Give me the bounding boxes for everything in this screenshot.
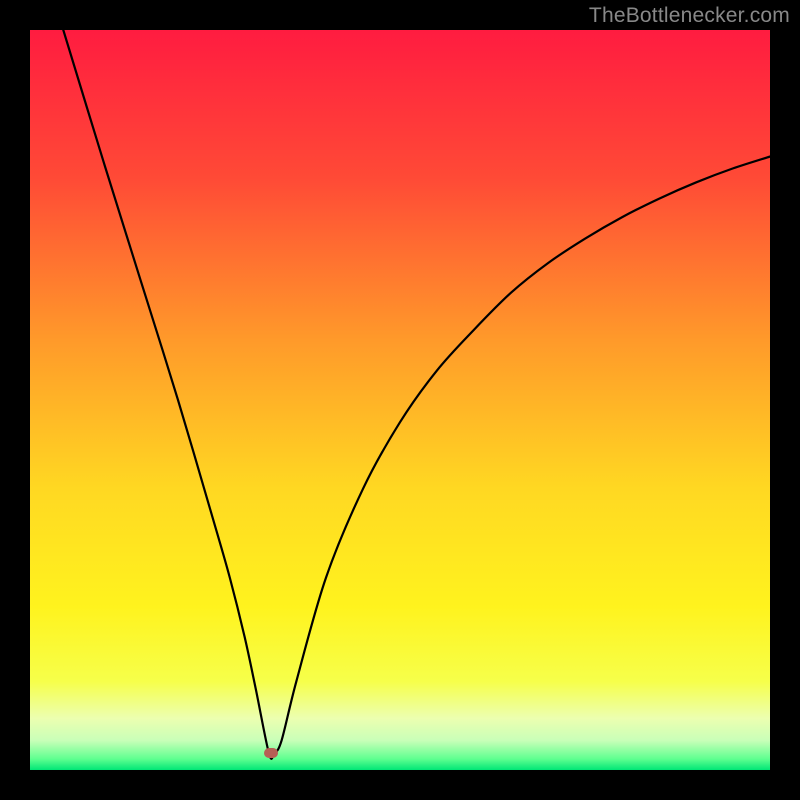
gradient-background bbox=[30, 30, 770, 770]
plot-area bbox=[30, 30, 770, 770]
chart-frame: TheBottlenecker.com bbox=[0, 0, 800, 800]
chart-svg bbox=[30, 30, 770, 770]
optimum-marker bbox=[264, 748, 278, 758]
watermark-text: TheBottlenecker.com bbox=[589, 4, 790, 28]
